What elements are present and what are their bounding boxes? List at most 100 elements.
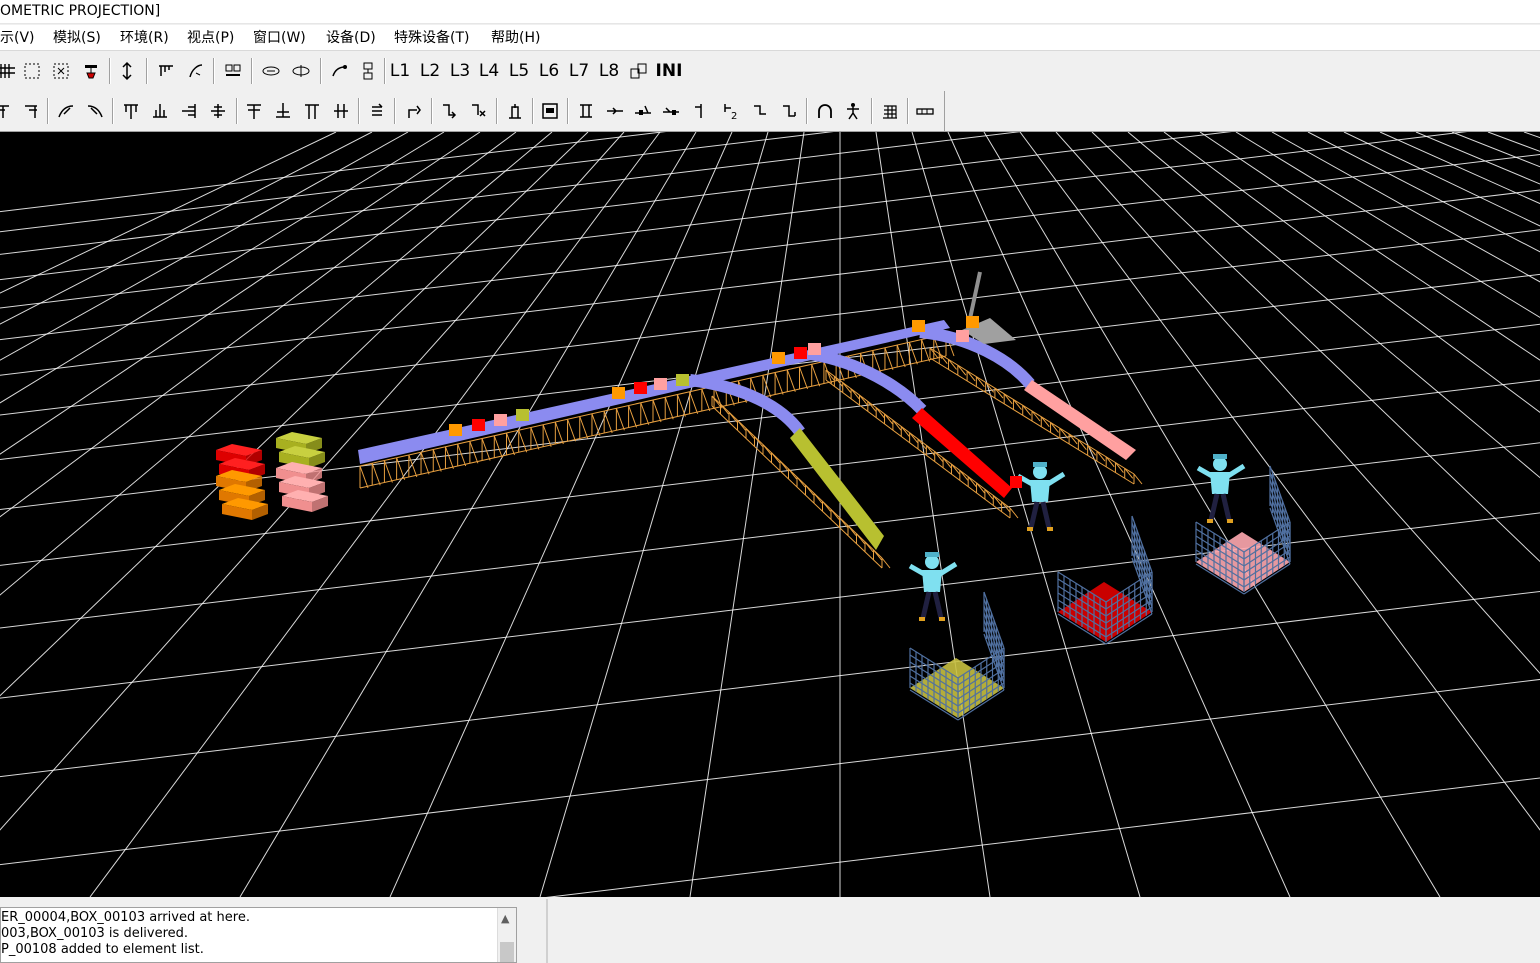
select-rect-icon[interactable] xyxy=(19,58,45,84)
conveyor-box xyxy=(676,374,689,386)
conveyor-box xyxy=(634,382,647,394)
person-icon[interactable] xyxy=(840,98,866,124)
building-icon[interactable] xyxy=(877,98,903,124)
gate3-icon[interactable] xyxy=(658,98,684,124)
operator-cap xyxy=(1213,454,1227,459)
stop3-icon[interactable] xyxy=(747,98,773,124)
menu-view[interactable]: 示(V) xyxy=(0,28,35,48)
stack-icon[interactable] xyxy=(364,98,390,124)
merge-right-icon[interactable] xyxy=(82,98,108,124)
conveyor-box xyxy=(912,320,925,332)
ini-button[interactable]: INI xyxy=(654,58,684,84)
scroll-up-icon[interactable]: ▲ xyxy=(501,912,509,925)
menu-simulate[interactable]: 模拟(S) xyxy=(53,28,101,48)
rotate2-icon[interactable] xyxy=(288,58,314,84)
menu-device[interactable]: 设备(D) xyxy=(326,28,376,48)
turn3-icon[interactable] xyxy=(465,98,491,124)
operator-shoe xyxy=(1027,527,1033,531)
gate-icon[interactable] xyxy=(602,98,628,124)
operator-leg xyxy=(1208,493,1220,521)
t-join2-icon[interactable] xyxy=(270,98,296,124)
operator-leg xyxy=(920,591,932,619)
layer-8-button[interactable]: L8 xyxy=(595,58,623,84)
operator-figure xyxy=(1016,462,1066,531)
event-log[interactable]: ER_00004,BOX_00103 arrived at here. 003,… xyxy=(0,907,517,963)
log-scrollbar[interactable]: ▲ xyxy=(497,908,516,962)
bar-icon[interactable] xyxy=(912,98,938,124)
conveyor-line-main[interactable] xyxy=(358,320,955,489)
layer-4-button[interactable]: L4 xyxy=(475,58,503,84)
operator-arm xyxy=(1196,465,1214,479)
align-right-icon[interactable] xyxy=(18,98,44,124)
stop-icon[interactable] xyxy=(686,98,712,124)
layer-6-button[interactable]: L6 xyxy=(535,58,563,84)
t-join-icon[interactable] xyxy=(241,98,267,124)
curve-icon[interactable] xyxy=(183,58,209,84)
turn2-icon[interactable] xyxy=(436,98,462,124)
grid-icon[interactable] xyxy=(0,58,20,84)
layer-5-button[interactable]: L5 xyxy=(505,58,533,84)
scene-canvas[interactable] xyxy=(0,132,1540,897)
conveyor-branch-1[interactable] xyxy=(689,374,891,569)
gate2-icon[interactable] xyxy=(630,98,656,124)
robot-icon[interactable] xyxy=(78,58,104,84)
conveyor-box xyxy=(612,387,625,399)
menu-help[interactable]: 帮助(H) xyxy=(491,28,540,48)
t-join4-icon[interactable] xyxy=(328,98,354,124)
arc-icon[interactable] xyxy=(327,58,353,84)
split-icon[interactable] xyxy=(118,98,144,124)
held-box xyxy=(1010,476,1022,488)
updown-arrow-icon[interactable] xyxy=(114,58,140,84)
stop2-icon[interactable]: 2 xyxy=(718,98,744,124)
copy-layer-icon[interactable] xyxy=(626,58,652,84)
operator-shoe xyxy=(1227,519,1233,523)
operator-arm xyxy=(1226,463,1246,479)
stop4-icon[interactable] xyxy=(776,98,802,124)
operator-leg xyxy=(932,591,944,619)
cage-load xyxy=(910,658,1004,718)
split2-icon[interactable] xyxy=(147,98,173,124)
layer-7-button[interactable]: L7 xyxy=(565,58,593,84)
conveyor-icon[interactable] xyxy=(153,58,179,84)
layer-2-button[interactable]: L2 xyxy=(416,58,444,84)
merge-left-icon[interactable] xyxy=(53,98,79,124)
layer-3-button[interactable]: L3 xyxy=(446,58,474,84)
source-box-stacks[interactable] xyxy=(216,432,328,520)
operator-figure xyxy=(1196,454,1246,523)
menu-environment[interactable]: 环境(R) xyxy=(120,28,169,48)
isometric-viewport[interactable] xyxy=(0,132,1540,897)
layer-1-button[interactable]: L1 xyxy=(386,58,414,84)
panel-icon[interactable] xyxy=(537,98,563,124)
select-frame-icon[interactable] xyxy=(48,58,74,84)
cage-pallets[interactable] xyxy=(909,465,1291,721)
push-icon[interactable] xyxy=(502,98,528,124)
group-icon[interactable] xyxy=(220,58,246,84)
menu-bar: 示(V) 模拟(S) 环境(R) 视点(P) 窗口(W) 设备(D) 特殊设备(… xyxy=(0,25,1540,51)
operator-leg xyxy=(1220,493,1232,521)
link-icon[interactable] xyxy=(355,58,381,84)
operator-head xyxy=(925,555,939,569)
unloader-device[interactable] xyxy=(962,271,1016,344)
cage-pallet xyxy=(1057,515,1153,645)
operator-cap xyxy=(925,552,939,557)
split4-icon[interactable] xyxy=(205,98,231,124)
align-left-icon[interactable] xyxy=(0,98,18,124)
turn-icon[interactable] xyxy=(401,98,427,124)
conveyor-box xyxy=(956,330,969,342)
lift-icon[interactable] xyxy=(573,98,599,124)
panel-divider[interactable] xyxy=(546,899,548,963)
menu-special-device[interactable]: 特殊设备(T) xyxy=(394,28,469,48)
menu-window[interactable]: 窗口(W) xyxy=(253,28,306,48)
split3-icon[interactable] xyxy=(176,98,202,124)
arch-icon[interactable] xyxy=(812,98,838,124)
t-join3-icon[interactable] xyxy=(299,98,325,124)
operator-arm xyxy=(908,563,926,577)
conveyor-box xyxy=(449,424,462,436)
rotate-icon[interactable] xyxy=(258,58,284,84)
operator-head xyxy=(1033,465,1047,479)
operator-torso xyxy=(1030,480,1050,502)
scroll-thumb[interactable] xyxy=(500,942,514,962)
operator-leg xyxy=(1040,501,1052,529)
conveyor-box xyxy=(794,347,807,359)
menu-viewpoint[interactable]: 视点(P) xyxy=(187,28,234,48)
